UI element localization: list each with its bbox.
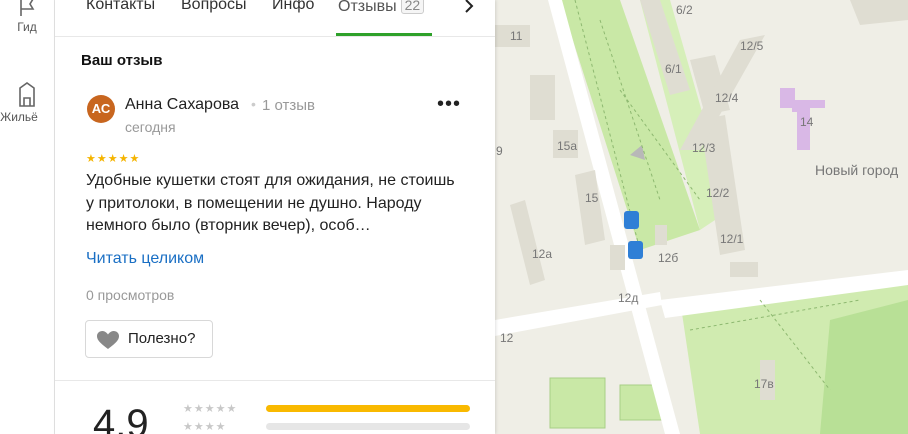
map-label: 17в [754, 377, 774, 391]
heart-icon [97, 331, 119, 349]
rating-bar [266, 405, 470, 412]
rail-item-label: Гид [17, 20, 37, 34]
rating-bar-stars: ★★★★ [183, 421, 227, 433]
map-label: 12/4 [715, 91, 739, 105]
map-label: 12/5 [740, 39, 764, 53]
map-label: Новый город [815, 162, 898, 178]
map-label: 12/3 [692, 141, 716, 155]
review-author[interactable]: Анна Сахарова [125, 96, 239, 114]
map-label: 15а [557, 139, 577, 153]
tab-questions[interactable]: Вопросы [181, 0, 247, 14]
map-label: 12д [618, 291, 638, 305]
rating-bar [266, 423, 470, 430]
review-date: сегодня [125, 119, 176, 135]
map-label: 12 [500, 331, 514, 345]
section-title: Ваш отзыв [81, 52, 163, 69]
map-label: 9 [496, 144, 503, 158]
map-label: 12а [532, 247, 552, 261]
active-tab-indicator [336, 33, 432, 36]
org-panel: Контакты Вопросы Инфо Отзывы 22 Ваш отзыв… [55, 0, 495, 434]
map-label: 6/2 [676, 3, 693, 17]
left-rail: Гид Жильё [0, 0, 55, 434]
tab-label: Отзывы [338, 0, 397, 15]
rating-bar-stars: ★★★★★ [183, 403, 238, 415]
useful-button[interactable]: Полезно? [85, 320, 213, 358]
review-stars: ★★★★★ [86, 153, 141, 165]
map-label: 12/2 [706, 186, 730, 200]
building-icon [0, 80, 54, 108]
bus-stop-icon[interactable] [624, 211, 639, 229]
read-more-link[interactable]: Читать целиком [86, 250, 204, 268]
tab-count-badge: 22 [400, 0, 425, 14]
overall-rating: 4.9 [93, 402, 149, 434]
map-label: 11 [510, 29, 523, 43]
author-review-count: 1 отзыв [262, 97, 316, 114]
map-label: 15 [585, 191, 599, 205]
rating-bar-fill [266, 405, 470, 412]
tab-info[interactable]: Инфо [272, 0, 314, 14]
bus-stop-icon[interactable] [628, 241, 643, 259]
flag-icon [0, 0, 54, 18]
divider [55, 380, 495, 381]
more-options-icon[interactable]: ••• [437, 94, 461, 114]
useful-label: Полезно? [128, 330, 196, 347]
tab-reviews[interactable]: Отзывы 22 [338, 0, 425, 16]
rail-item-label: Жильё [0, 110, 38, 124]
rail-item-guide[interactable]: Гид [0, 0, 54, 34]
map-label: 12б [658, 251, 678, 265]
map-label: 6/1 [665, 62, 682, 76]
tab-contacts[interactable]: Контакты [86, 0, 155, 14]
views-count: 0 просмотров [86, 287, 175, 303]
review-text: Удобные кушетки стоят для ожидания, не с… [86, 172, 455, 234]
map-label: 12/1 [720, 232, 744, 246]
rail-item-housing[interactable]: Жильё [0, 80, 54, 124]
avatar[interactable]: АС [87, 95, 115, 123]
tab-bar: Контакты Вопросы Инфо Отзывы 22 [55, 0, 495, 37]
separator-dot: • [251, 96, 256, 112]
map-label: 14 [800, 115, 814, 129]
chevron-right-icon[interactable] [463, 0, 475, 19]
